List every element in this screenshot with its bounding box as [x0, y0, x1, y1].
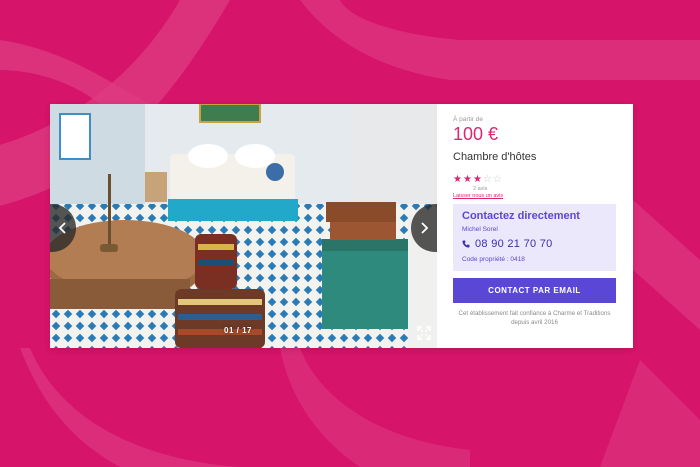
photo-counter: 01 / 17	[224, 326, 252, 335]
trust-note: Cet établissement fait confiance à Charm…	[458, 310, 611, 326]
phone-row[interactable]: 08 90 21 70 70	[462, 238, 607, 250]
rating-stars: ★ ★ ★ ☆ ☆	[453, 175, 617, 185]
phone-icon	[462, 240, 470, 248]
star-icon: ★	[472, 174, 482, 185]
room-photo	[50, 104, 437, 348]
price-from-label: À partir de	[453, 116, 483, 123]
phone-number: 08 90 21 70 70	[475, 238, 553, 250]
listing-card: 01 / 17 À partir de 100 € Chambre d'hôte…	[50, 104, 633, 348]
star-icon: ★	[453, 174, 462, 185]
chevron-right-icon	[421, 222, 429, 234]
star-icon: ☆	[492, 174, 502, 185]
star-icon: ★	[462, 174, 472, 185]
price: 100 €	[453, 124, 499, 144]
listing-info-panel: À partir de 100 € Chambre d'hôtes ★ ★ ★ ☆ ☆ …	[437, 104, 633, 348]
contact-email-button[interactable]: CONTACT PAR EMAIL	[453, 278, 616, 303]
listing-title: Chambre d'hôtes	[453, 151, 537, 163]
property-code: Code propriété : 0418	[462, 256, 525, 263]
contact-heading: Contactez directement	[462, 210, 580, 222]
review-count: 2 avis	[473, 186, 488, 192]
fullscreen-icon[interactable]	[417, 326, 431, 340]
photo-gallery[interactable]: 01 / 17	[50, 104, 437, 348]
chevron-left-icon	[58, 222, 66, 234]
star-icon: ☆	[482, 174, 492, 185]
leave-review-link[interactable]: Laisser nous un avis	[453, 193, 617, 199]
contact-name: Michel Sorel	[462, 226, 498, 233]
contact-box: Contactez directement Michel Sorel 08 90…	[453, 204, 616, 271]
